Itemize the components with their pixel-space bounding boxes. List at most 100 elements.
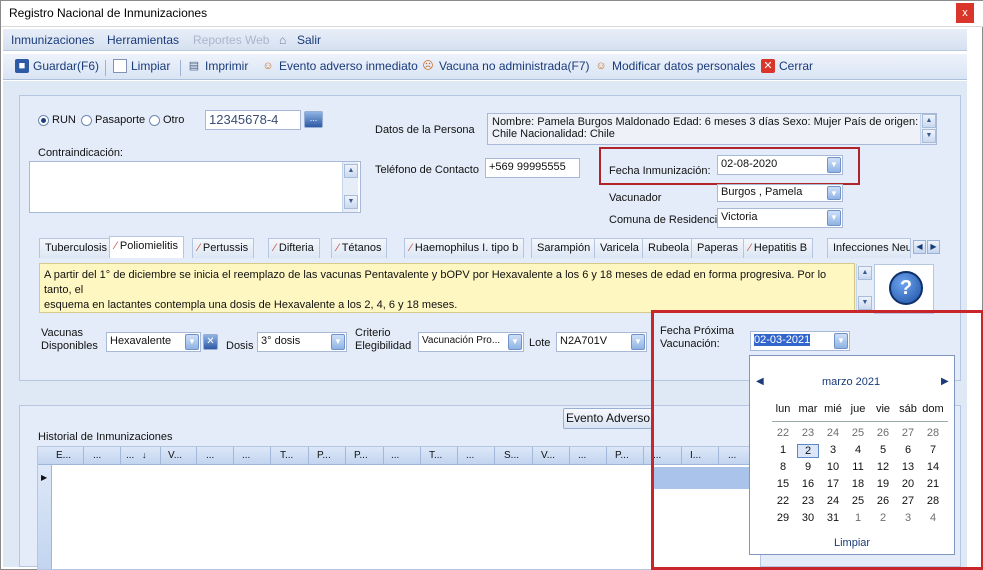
id-lookup-button[interactable]: ...: [304, 111, 323, 128]
close-window-button[interactable]: x: [956, 3, 974, 23]
scroll-down-icon[interactable]: ▼: [858, 296, 872, 310]
tab-scroll-left-icon[interactable]: ◀: [913, 240, 926, 254]
radio-run-label: RUN: [52, 114, 76, 126]
highlight-fecha-proxima: [651, 310, 983, 570]
contraindicacion-label: Contraindicación:: [38, 147, 123, 159]
col-header[interactable]: P...: [317, 450, 331, 461]
lote-select[interactable]: N2A701V ▼: [556, 332, 647, 352]
col-header[interactable]: ...: [126, 450, 134, 461]
tab-tetanos[interactable]: ⁄ Tétanos: [331, 238, 388, 258]
scroll-down-icon[interactable]: ▼: [922, 129, 936, 143]
criterio-select[interactable]: Vacunación Pro... ▼: [418, 332, 524, 352]
col-divider: [160, 447, 161, 465]
tab-hepatitis-b[interactable]: ⁄ Hepatitis B: [743, 238, 814, 258]
col-header[interactable]: S...: [504, 450, 519, 461]
dosis-select[interactable]: 3° dosis ▼: [257, 332, 347, 352]
tab-infecciones-neumococicas[interactable]: Infecciones Neu: [827, 238, 911, 258]
tab-tuberculosis[interactable]: Tuberculosis: [39, 238, 113, 258]
vacunador-select[interactable]: Burgos , Pamela ▼: [717, 184, 843, 202]
radio-pasaporte[interactable]: [81, 115, 92, 126]
tab-sarampion[interactable]: Sarampión: [531, 238, 597, 258]
tab-haemophilus[interactable]: ⁄ Haemophilus I. tipo b: [404, 238, 525, 258]
evento-adverso-button-grid[interactable]: Evento Adverso: [563, 408, 653, 429]
row-indicator-column: ▶: [38, 465, 52, 569]
modificar-datos-button[interactable]: ☺ Modificar datos personales: [594, 59, 755, 73]
cerrar-label: Cerrar: [779, 59, 814, 73]
criterio-label-1: Criterio: [355, 327, 391, 339]
telefono-label: Teléfono de Contacto: [375, 164, 479, 176]
col-divider: [120, 447, 121, 465]
tab-rubeola[interactable]: Rubeola: [642, 238, 695, 258]
col-header[interactable]: ...: [391, 450, 399, 461]
radio-otro[interactable]: [149, 115, 160, 126]
cerrar-button[interactable]: ✕ Cerrar: [761, 59, 813, 73]
menu-salir[interactable]: Salir: [297, 33, 321, 47]
tab-scroll-right-icon[interactable]: ▶: [927, 240, 940, 254]
person-icon: ☺: [262, 60, 274, 72]
col-divider: [308, 447, 309, 465]
modificar-label: Modificar datos personales: [612, 59, 756, 73]
col-header[interactable]: P...: [615, 450, 629, 461]
disease-tabs: Tuberculosis ⁄ Poliomielitis ⁄ Pertussis…: [39, 236, 944, 258]
lote-value: N2A701V: [560, 335, 608, 347]
scroll-up-icon[interactable]: ▲: [922, 114, 936, 128]
col-header[interactable]: ...: [242, 450, 250, 461]
info-line-1: A partir del 1° de diciembre se inicia e…: [44, 269, 827, 296]
vacunador-label: Vacunador: [609, 192, 662, 204]
col-divider: [532, 447, 533, 465]
limpiar-button[interactable]: Limpiar: [113, 59, 170, 73]
help-button[interactable]: ?: [874, 264, 934, 314]
col-header[interactable]: ...: [93, 450, 101, 461]
menu-herramientas[interactable]: Herramientas: [107, 33, 179, 47]
col-header[interactable]: T...: [280, 450, 293, 461]
persona-scrollbar[interactable]: ▲ ▼: [920, 114, 936, 144]
menu-inmunizaciones[interactable]: Inmunizaciones: [11, 33, 94, 47]
col-header[interactable]: ...: [578, 450, 586, 461]
chevron-down-icon[interactable]: ▼: [331, 334, 345, 350]
window-title: Registro Nacional de Inmunizaciones: [9, 6, 208, 20]
radio-otro-label: Otro: [163, 114, 185, 126]
col-header[interactable]: V...: [168, 450, 182, 461]
chevron-down-icon[interactable]: ▼: [185, 334, 199, 350]
chevron-down-icon[interactable]: ▼: [827, 210, 841, 226]
col-header[interactable]: E...: [56, 450, 71, 461]
imprimir-button[interactable]: ▤ Imprimir: [187, 59, 249, 73]
vacuna-no-administrada-button[interactable]: ☹ Vacuna no administrada(F7): [421, 59, 589, 73]
tab-difteria[interactable]: ⁄ Difteria: [268, 238, 320, 258]
scroll-up-icon[interactable]: ▲: [344, 164, 358, 178]
col-header[interactable]: T...: [429, 450, 442, 461]
telefono-input[interactable]: +569 99995555: [485, 158, 580, 178]
menu-reportes-web[interactable]: Reportes Web: [193, 33, 269, 47]
sort-down-icon: ↓: [142, 450, 147, 460]
tab-varicela[interactable]: Varicela: [594, 238, 645, 258]
tab-paperas[interactable]: Paperas: [691, 238, 744, 258]
clear-vacuna-icon[interactable]: ✕: [203, 334, 218, 350]
tab-pertussis[interactable]: ⁄ Pertussis: [192, 238, 255, 258]
col-header[interactable]: ...: [466, 450, 474, 461]
col-header[interactable]: V...: [541, 450, 555, 461]
chevron-down-icon[interactable]: ▼: [827, 186, 841, 200]
persona-label: Datos de la Persona: [375, 124, 475, 136]
col-header[interactable]: P...: [354, 450, 368, 461]
radio-run[interactable]: [38, 115, 49, 126]
scroll-down-icon[interactable]: ▼: [344, 195, 358, 209]
tab-tetanos-label: Tétanos: [341, 242, 382, 254]
person-edit-icon: ☺: [595, 60, 607, 72]
col-header[interactable]: ...: [206, 450, 214, 461]
contraindicacion-textarea[interactable]: [29, 161, 361, 213]
vacunas-value: Hexavalente: [110, 335, 172, 347]
info-scrollbar[interactable]: ▲ ▼: [856, 264, 872, 312]
info-message: A partir del 1° de diciembre se inicia e…: [39, 263, 855, 313]
comuna-select[interactable]: Victoria ▼: [717, 208, 843, 228]
id-number-input[interactable]: 12345678-4: [205, 110, 301, 130]
chevron-down-icon[interactable]: ▼: [631, 334, 645, 350]
page-icon: [113, 59, 127, 73]
tab-poliomielitis-label: Poliomielitis: [119, 240, 178, 252]
contraindicacion-scrollbar[interactable]: ▲ ▼: [342, 162, 358, 212]
evento-adverso-button[interactable]: ☺ Evento adverso inmediato: [261, 59, 417, 73]
tab-poliomielitis[interactable]: ⁄ Poliomielitis: [109, 236, 184, 258]
chevron-down-icon[interactable]: ▼: [508, 334, 522, 350]
scroll-up-icon[interactable]: ▲: [858, 266, 872, 280]
guardar-button[interactable]: ■ Guardar(F6): [15, 59, 99, 73]
vacunas-select[interactable]: Hexavalente ▼: [106, 332, 201, 352]
